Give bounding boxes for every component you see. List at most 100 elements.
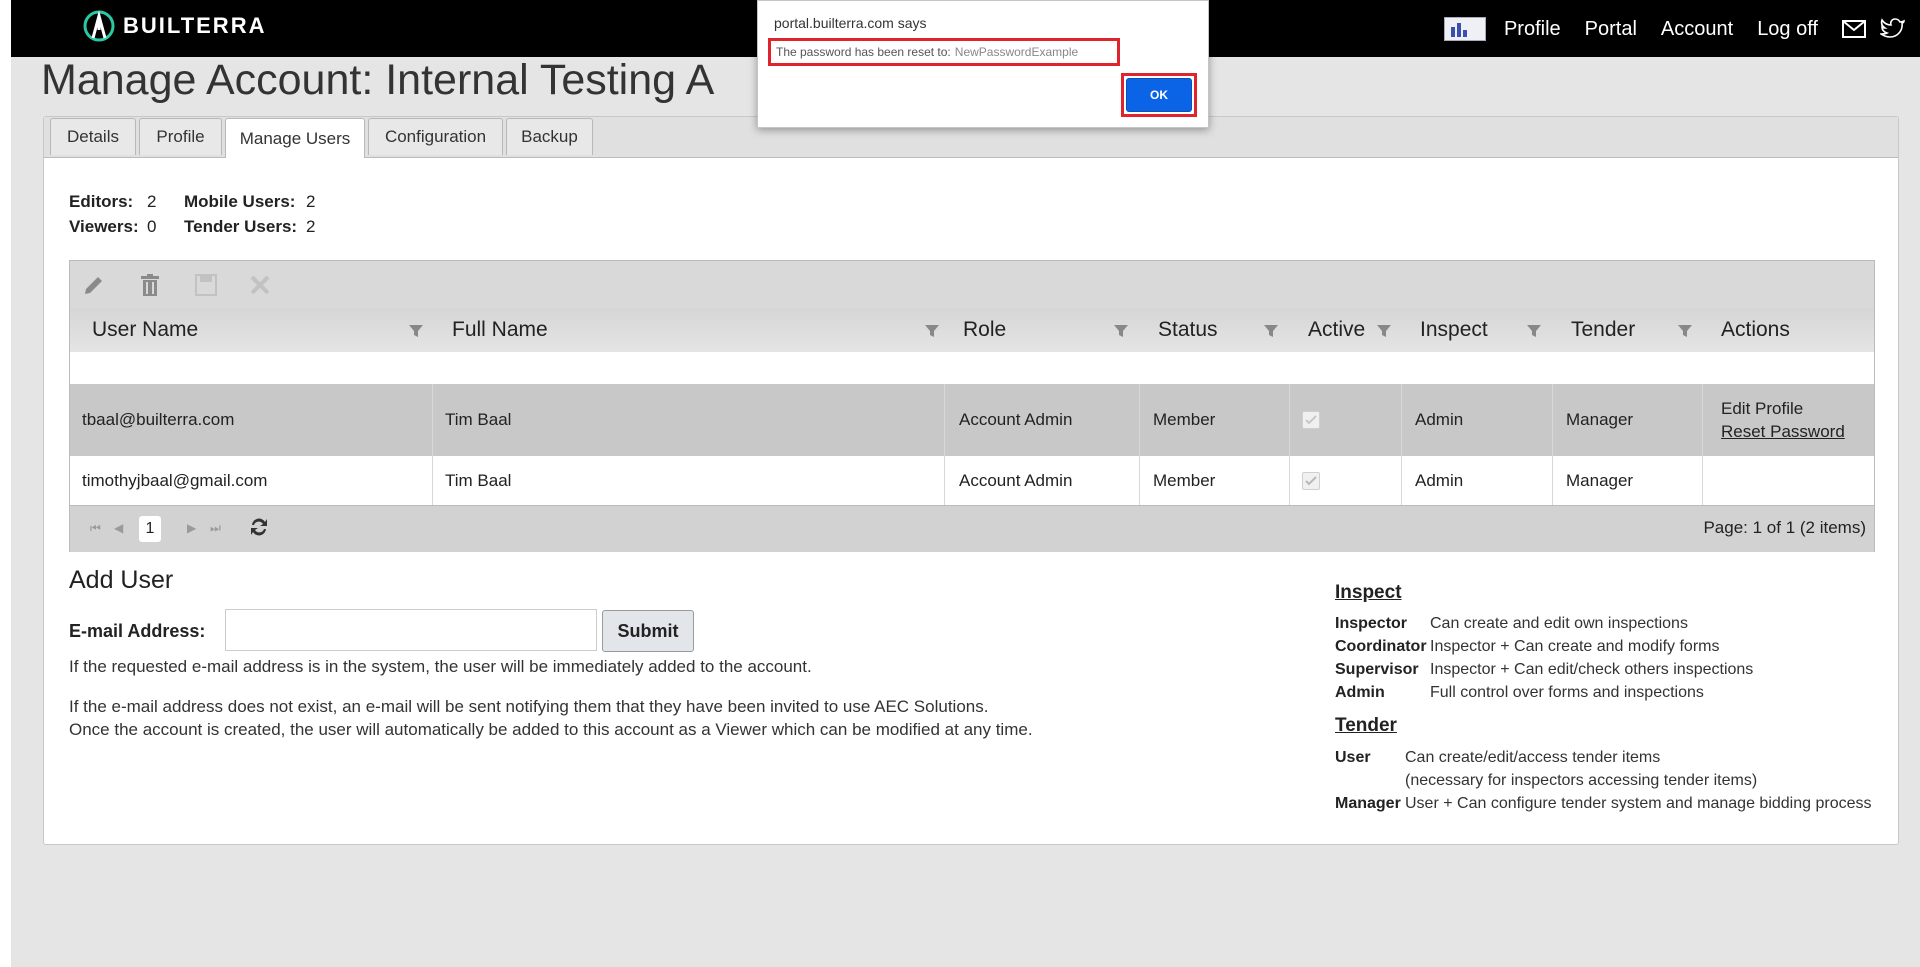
col-inspect[interactable]: Inspect [1420, 308, 1488, 352]
ok-highlight: OK [1121, 73, 1197, 117]
tab-profile[interactable]: Profile [139, 118, 222, 155]
col-active[interactable]: Active [1308, 308, 1365, 352]
filter-icon[interactable] [408, 324, 424, 343]
col-full-name[interactable]: Full Name [452, 308, 548, 352]
dialog-message-text: The password has been reset to: [776, 45, 951, 59]
inspect-legend-heading: Inspect [1335, 582, 1402, 603]
legend-desc: Can create and edit own inspections [1430, 615, 1688, 632]
dialog-title: portal.builterra.com says [774, 15, 927, 31]
cell-role: Account Admin [944, 384, 1139, 456]
add-user-note-3: Once the account is created, the user wi… [69, 720, 1033, 739]
editors-label: Editors: [69, 192, 134, 211]
tender-legend-heading: Tender [1335, 715, 1397, 736]
active-checkbox [1302, 471, 1320, 490]
page-title: Manage Account: Internal Testing A [41, 56, 715, 104]
col-status[interactable]: Status [1158, 308, 1218, 352]
viewers-label: Viewers: [69, 217, 139, 236]
email-label: E-mail Address: [69, 621, 206, 641]
browser-page: BUILTERRA Profile Portal Account Log off… [11, 0, 1920, 967]
builterra-logo[interactable]: BUILTERRA [81, 8, 266, 44]
col-role[interactable]: Role [963, 308, 1006, 352]
col-user-name[interactable]: User Name [92, 308, 198, 352]
cell-actions [1702, 456, 1874, 505]
users-grid: User Name Full Name Role Status Active I… [69, 260, 1875, 552]
account-logo-thumbnail[interactable] [1443, 17, 1486, 41]
cell-full-name: Tim Baal [432, 384, 944, 456]
twitter-icon[interactable] [1880, 18, 1906, 40]
tender-users-count: 2 [306, 217, 316, 236]
dialog-password-value: NewPasswordExample [954, 45, 1079, 59]
legend-desc: Inspector + Can create and modify forms [1430, 638, 1720, 655]
brand-name: BUILTERRA [123, 13, 267, 38]
col-tender[interactable]: Tender [1571, 308, 1635, 352]
reset-password-link[interactable]: Reset Password [1721, 422, 1845, 442]
legend-desc: (necessary for inspectors accessing tend… [1405, 772, 1758, 789]
filter-icon[interactable] [924, 324, 940, 343]
cell-role: Account Admin [944, 456, 1139, 505]
filter-icon[interactable] [1263, 324, 1279, 343]
cell-active [1289, 384, 1401, 456]
legend-role: Admin [1335, 684, 1385, 701]
prev-page-icon[interactable]: ◀ [114, 521, 123, 535]
delete-icon[interactable] [138, 273, 162, 302]
filter-icon[interactable] [1376, 324, 1392, 343]
nav-account-link[interactable]: Account [1661, 18, 1733, 41]
tab-backup[interactable]: Backup [506, 118, 593, 155]
tab-configuration[interactable]: Configuration [368, 118, 503, 155]
manage-account-panel: Details Profile Manage Users Configurati… [43, 116, 1899, 845]
tender-users-label: Tender Users: [184, 217, 298, 236]
add-user-note-1: If the requested e-mail address is in th… [69, 657, 812, 676]
legend-role: User [1335, 749, 1371, 766]
cell-user-name: tbaal@builterra.com [82, 410, 235, 429]
legend-desc: Can create/edit/access tender items [1405, 749, 1661, 766]
cell-status: Member [1139, 384, 1289, 456]
tab-details[interactable]: Details [50, 118, 136, 155]
legend-desc: Inspector + Can edit/check others inspec… [1430, 661, 1754, 678]
legend-role: Supervisor [1335, 661, 1419, 678]
tab-manage-users[interactable]: Manage Users [225, 118, 365, 158]
edit-profile-link[interactable]: Edit Profile [1721, 399, 1803, 419]
add-user-heading: Add User [69, 566, 174, 594]
nav-logoff-link[interactable]: Log off [1757, 18, 1818, 41]
viewers-count: 0 [147, 217, 157, 236]
submit-button[interactable]: Submit [602, 610, 694, 652]
email-field[interactable] [225, 609, 597, 651]
mail-icon[interactable] [1842, 20, 1866, 38]
table-row[interactable]: timothyjbaal@gmail.com Tim Baal Account … [70, 456, 1874, 505]
grid-toolbar [70, 261, 1874, 308]
refresh-icon[interactable] [248, 516, 270, 543]
next-page-icon[interactable]: ▶ [187, 521, 196, 535]
user-stats: Editors: 2 Mobile Users: 2 Viewers: 0 Te… [69, 189, 369, 239]
legend-role: Coordinator [1335, 638, 1427, 655]
nav-portal-link[interactable]: Portal [1585, 18, 1637, 41]
nav-profile-link[interactable]: Profile [1504, 18, 1561, 41]
cell-inspect: Admin [1401, 384, 1552, 456]
pager-info: Page: 1 of 1 (2 items) [1703, 518, 1866, 537]
dialog-message: The password has been reset to: NewPassw… [768, 38, 1120, 66]
ok-button[interactable]: OK [1126, 78, 1192, 112]
cell-user-name: timothyjbaal@gmail.com [82, 470, 268, 490]
grid-pager: ⏮ ◀ 1 ▶ ⏭ Page: 1 of 1 (2 items) [70, 505, 1874, 552]
mobile-users-count: 2 [306, 192, 316, 211]
filter-icon[interactable] [1677, 324, 1693, 343]
last-page-icon[interactable]: ⏭ [210, 521, 221, 536]
legend-role: Manager [1335, 795, 1401, 812]
filter-icon[interactable] [1113, 324, 1129, 343]
cancel-icon[interactable] [248, 273, 272, 302]
grid-spacer [70, 352, 1874, 384]
active-checkbox [1302, 411, 1320, 429]
col-actions: Actions [1721, 318, 1790, 341]
cell-full-name: Tim Baal [432, 456, 944, 505]
edit-icon[interactable] [82, 273, 106, 302]
grid-header: User Name Full Name Role Status Active I… [70, 308, 1874, 353]
save-icon[interactable] [194, 273, 218, 302]
page-number-button[interactable]: 1 [139, 516, 161, 542]
legend-role: Inspector [1335, 615, 1408, 632]
table-row[interactable]: tbaal@builterra.com Tim Baal Account Adm… [70, 384, 1874, 456]
mobile-users-label: Mobile Users: [184, 192, 296, 211]
first-page-icon[interactable]: ⏮ [90, 521, 101, 536]
cell-inspect: Admin [1401, 456, 1552, 505]
cell-tender: Manager [1552, 384, 1702, 456]
filter-icon[interactable] [1526, 324, 1542, 343]
cell-actions: Edit Profile Reset Password [1702, 384, 1874, 456]
